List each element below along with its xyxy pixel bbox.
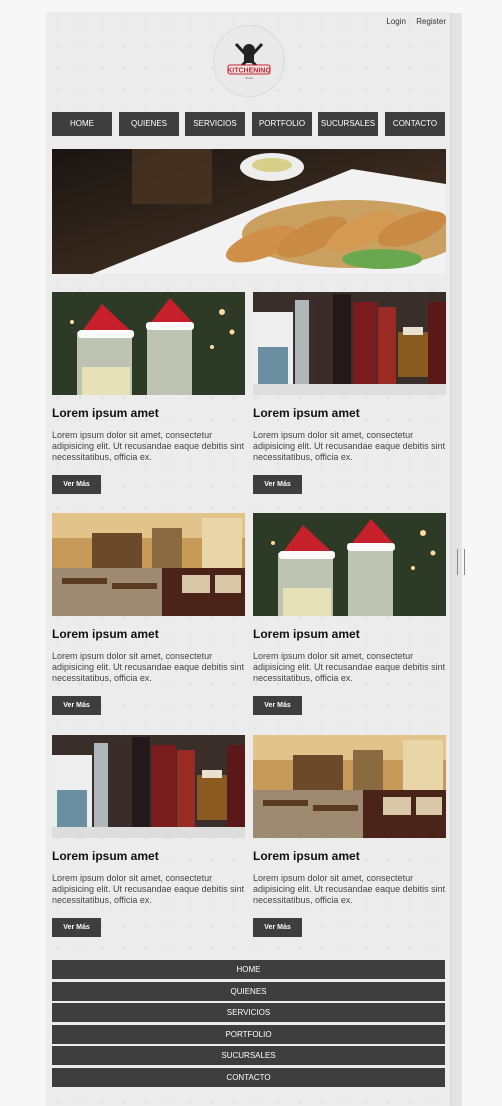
- card-text: Lorem ipsum dolor sit amet, consectetur …: [253, 873, 446, 905]
- hero-image: [52, 149, 446, 274]
- feature-card: Lorem ipsum amet Lorem ipsum dolor sit a…: [253, 513, 446, 715]
- login-link[interactable]: Login: [386, 17, 406, 26]
- card-image: [253, 513, 446, 616]
- nav-contacto[interactable]: CONTACTO: [385, 112, 445, 136]
- card-text: Lorem ipsum dolor sit amet, consectetur …: [52, 430, 245, 462]
- logo-subtext: Since: [245, 76, 253, 80]
- feature-card: Lorem ipsum amet Lorem ipsum dolor sit a…: [52, 735, 245, 937]
- feature-card: Lorem ipsum amet Lorem ipsum dolor sit a…: [52, 513, 245, 715]
- ver-mas-button[interactable]: Ver Más: [253, 696, 302, 715]
- nav-quienes[interactable]: QUIENES: [119, 112, 179, 136]
- footer-nav-portfolio[interactable]: PORTFOLIO: [52, 1024, 445, 1044]
- card-title: Lorem ipsum amet: [253, 627, 360, 641]
- page-container: Login Register KITCHENING Since HOME QUI…: [47, 13, 450, 1106]
- footer-nav: HOME QUIENES SERVICIOS PORTFOLIO SUCURSA…: [52, 960, 445, 1089]
- nav-sucursales[interactable]: SUCURSALES: [318, 112, 378, 136]
- nav-servicios[interactable]: SERVICIOS: [185, 112, 245, 136]
- card-image: [253, 292, 446, 395]
- ver-mas-button[interactable]: Ver Más: [253, 475, 302, 494]
- ver-mas-button[interactable]: Ver Más: [253, 918, 302, 937]
- footer-nav-sucursales[interactable]: SUCURSALES: [52, 1046, 445, 1065]
- card-image: [52, 513, 245, 616]
- card-title: Lorem ipsum amet: [52, 849, 159, 863]
- card-text: Lorem ipsum dolor sit amet, consectetur …: [253, 651, 446, 683]
- card-text: Lorem ipsum dolor sit amet, consectetur …: [52, 651, 245, 683]
- kitchening-logo[interactable]: KITCHENING Since: [213, 25, 285, 97]
- card-image: [52, 292, 245, 395]
- main-nav: HOME QUIENES SERVICIOS PORTFOLIO SUCURSA…: [52, 112, 445, 136]
- feature-card: Lorem ipsum amet Lorem ipsum dolor sit a…: [52, 292, 245, 494]
- feature-card: Lorem ipsum amet Lorem ipsum dolor sit a…: [253, 292, 446, 494]
- register-link[interactable]: Register: [416, 17, 446, 26]
- nav-home[interactable]: HOME: [52, 112, 112, 136]
- resize-handle[interactable]: [457, 549, 465, 575]
- feature-card: Lorem ipsum amet Lorem ipsum dolor sit a…: [253, 735, 446, 937]
- card-image: [52, 735, 245, 838]
- footer-nav-contacto[interactable]: CONTACTO: [52, 1067, 445, 1087]
- ver-mas-button[interactable]: Ver Más: [52, 475, 101, 494]
- footer-nav-home[interactable]: HOME: [52, 960, 445, 979]
- card-title: Lorem ipsum amet: [52, 406, 159, 420]
- footer-nav-quienes[interactable]: QUIENES: [52, 981, 445, 1001]
- ver-mas-button[interactable]: Ver Más: [52, 696, 101, 715]
- chef-logo-icon: KITCHENING Since: [227, 42, 271, 80]
- auth-links: Login Register: [378, 17, 446, 26]
- card-text: Lorem ipsum dolor sit amet, consectetur …: [253, 430, 446, 462]
- footer-nav-servicios[interactable]: SERVICIOS: [52, 1003, 445, 1022]
- card-text: Lorem ipsum dolor sit amet, consectetur …: [52, 873, 245, 905]
- nav-portfolio[interactable]: PORTFOLIO: [252, 112, 312, 136]
- logo-text: KITCHENING: [227, 68, 271, 75]
- card-image: [253, 735, 446, 838]
- ver-mas-button[interactable]: Ver Más: [52, 918, 101, 937]
- card-title: Lorem ipsum amet: [253, 406, 360, 420]
- card-title: Lorem ipsum amet: [253, 849, 360, 863]
- card-title: Lorem ipsum amet: [52, 627, 159, 641]
